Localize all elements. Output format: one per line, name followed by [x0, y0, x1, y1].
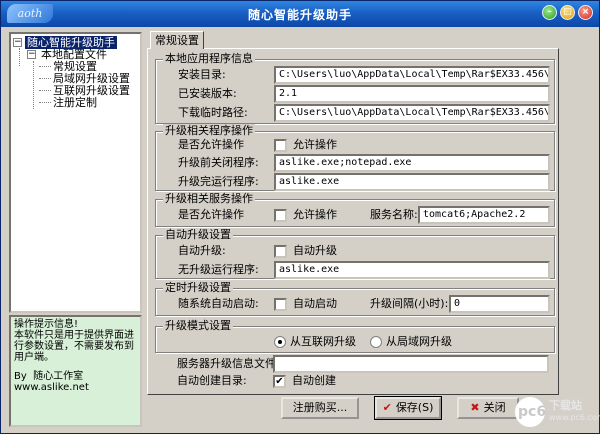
auto-create-check-label[interactable]: 自动创建	[292, 374, 336, 388]
register-button[interactable]: 注册购买...	[281, 397, 359, 419]
auto-upgrade-group: 自动升级设置 自动升级: 自动升级 无升级运行程序: aslike.exe	[155, 228, 555, 279]
startup-check-label[interactable]: 自动启动	[293, 297, 337, 311]
install-dir-label: 安装目录:	[178, 68, 226, 81]
config-tree[interactable]: − 随心智能升级助手 − 本地配置文件 常规设置 局域网升级设置 互联网升级设置…	[9, 32, 142, 313]
watermark: pc6 下载站 www.pc6.com	[513, 395, 600, 429]
close-before-label: 升级前关闭程序:	[178, 156, 259, 169]
maximize-button[interactable]: □	[560, 5, 575, 20]
collapse-icon[interactable]: −	[13, 38, 22, 47]
allow-program-label: 是否允许操作	[178, 138, 244, 151]
save-button-label: 保存(S)	[395, 401, 434, 414]
group-legend: 自动升级设置	[163, 228, 233, 242]
installed-version-label: 已安装版本:	[178, 87, 237, 100]
allow-program-check-label[interactable]: 允许操作	[293, 138, 337, 152]
group-legend: 升级相关服务操作	[163, 192, 255, 206]
window-controls: – □ ×	[542, 5, 593, 20]
startup-checkbox[interactable]	[274, 298, 287, 311]
tab-general[interactable]: 常规设置	[150, 31, 204, 49]
group-legend: 本地应用程序信息	[163, 52, 255, 66]
window-title: 随心智能升级助手	[247, 8, 352, 22]
allow-program-checkbox[interactable]	[274, 139, 287, 152]
check-icon: ✔	[382, 401, 392, 414]
tree-line	[33, 61, 34, 109]
watermark-logo-icon: pc6	[515, 397, 546, 427]
close-before-field[interactable]: aslike.exe;notepad.exe	[274, 154, 550, 172]
download-temp-label: 下载临时路径:	[178, 106, 248, 119]
mode-lan-radio[interactable]	[370, 336, 382, 348]
auto-create-label: 自动创建目录:	[177, 374, 247, 387]
startup-label: 随系统自动启动:	[178, 297, 259, 310]
group-legend: 升级相关程序操作	[163, 124, 255, 138]
upgrade-mode-group: 升级模式设置 从互联网升级 从局域网升级	[155, 319, 555, 353]
no-upgrade-run-field[interactable]: aslike.exe	[274, 261, 550, 279]
download-temp-field[interactable]: C:\Users\luo\AppData\Local\Temp\Rar$EX33…	[274, 104, 550, 122]
tree-line	[19, 48, 20, 66]
info-signature: By 随心工作室	[14, 371, 84, 382]
allow-service-check-label[interactable]: 允许操作	[293, 208, 337, 222]
interval-field[interactable]: 0	[449, 295, 550, 313]
installed-version-field[interactable]: 2.1	[274, 85, 550, 103]
service-name-field[interactable]: tomcat6;Apache2.2	[418, 206, 550, 224]
close-icon: ✖	[470, 401, 480, 414]
tree-line	[39, 66, 51, 67]
server-file-label: 服务器升级信息文件:	[177, 357, 280, 370]
interval-label: 升级间隔(小时):	[370, 297, 449, 310]
tree-line	[39, 78, 51, 79]
server-file-field[interactable]	[273, 355, 549, 373]
close-button[interactable]: ✖ 关闭	[457, 397, 519, 419]
info-site: www.aslike.net	[14, 382, 89, 393]
collapse-icon[interactable]: −	[27, 50, 36, 59]
no-upgrade-run-label: 无升级运行程序:	[178, 263, 259, 276]
close-window-button[interactable]: ×	[578, 5, 593, 20]
mode-internet-radio[interactable]	[274, 336, 286, 348]
allow-service-checkbox[interactable]	[274, 209, 287, 222]
mode-lan-label[interactable]: 从局域网升级	[386, 335, 452, 349]
save-button[interactable]: ✔ 保存(S)	[374, 396, 442, 420]
title-bar[interactable]: aoth 随心智能升级助手 – □ ×	[1, 1, 599, 27]
timed-upgrade-group: 定时升级设置 随系统自动启动: 自动启动 升级间隔(小时): 0	[155, 281, 555, 316]
close-button-label: 关闭	[483, 401, 506, 414]
install-dir-field[interactable]: C:\Users\luo\AppData\Local\Temp\Rar$EX33…	[274, 66, 550, 84]
app-window: aoth 随心智能升级助手 – □ × − 随心智能升级助手 − 本地配置文件 …	[0, 0, 600, 434]
local-app-group: 本地应用程序信息 安装目录: C:\Users\luo\AppData\Loca…	[155, 52, 555, 124]
upgrade-program-group: 升级相关程序操作 是否允许操作 允许操作 升级前关闭程序: aslike.exe…	[155, 124, 555, 191]
mode-internet-label[interactable]: 从互联网升级	[290, 335, 356, 349]
watermark-brand: 下载站	[549, 399, 582, 412]
run-after-label: 升级完运行程序:	[178, 175, 259, 188]
auto-upgrade-check-label[interactable]: 自动升级	[293, 244, 337, 258]
auto-upgrade-checkbox[interactable]	[274, 245, 287, 258]
upgrade-service-group: 升级相关服务操作 是否允许操作 允许操作 服务名称: tomcat6;Apach…	[155, 192, 555, 227]
run-after-field[interactable]: aslike.exe	[274, 173, 550, 191]
auto-upgrade-label: 自动升级:	[178, 244, 226, 257]
tree-line	[39, 102, 51, 103]
tree-item-label[interactable]: 注册定制	[51, 96, 99, 109]
minimize-button[interactable]: –	[542, 5, 557, 20]
group-legend: 定时升级设置	[163, 281, 233, 295]
watermark-url: www.pc6.com	[549, 413, 600, 422]
tree-line	[39, 90, 51, 91]
allow-service-label: 是否允许操作	[178, 208, 244, 221]
info-title: 操作提示信息!	[14, 319, 79, 330]
info-panel: 操作提示信息! 本软件只是用于提供界面进行参数设置，不需要发布到用户端。 By …	[9, 315, 142, 427]
service-name-label: 服务名称:	[370, 208, 418, 221]
group-legend: 升级模式设置	[163, 319, 233, 333]
info-body: 本软件只是用于提供界面进行参数设置，不需要发布到用户端。	[14, 330, 134, 363]
auto-create-checkbox[interactable]: ✔	[273, 375, 286, 388]
